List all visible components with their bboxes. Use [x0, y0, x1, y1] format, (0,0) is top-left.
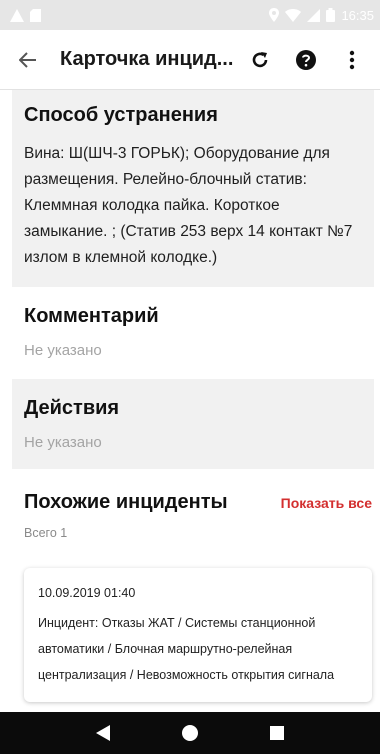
app-bar: Карточка инцид... — [0, 30, 380, 90]
more-vert-icon[interactable] — [336, 44, 368, 76]
resolution-title: Способ устранения — [24, 104, 218, 126]
nav-recents-icon[interactable] — [257, 718, 297, 748]
help-icon[interactable] — [290, 44, 322, 76]
comment-section: Комментарий Не указано — [0, 287, 380, 379]
similar-header: Похожие инциденты Показать все — [0, 469, 380, 514]
resolution-section: Способ устранения Вина: Ш(ШЧ-3 ГОРЬК); О… — [12, 90, 374, 287]
incident-card[interactable]: 10.09.2019 01:40 Инцидент: Отказы ЖАТ / … — [24, 568, 372, 702]
page-title: Карточка инцид... — [60, 48, 234, 70]
battery-icon — [326, 8, 336, 22]
status-bar: 16:35 — [0, 0, 380, 30]
similar-title: Похожие инциденты — [24, 491, 228, 513]
incident-text: Инцидент: Отказы ЖАТ / Системы станционн… — [38, 616, 335, 682]
nav-back-icon[interactable] — [83, 718, 123, 748]
actions-section: Действия Не указано — [12, 379, 374, 469]
app-bar-actions — [244, 44, 368, 76]
incident-date: 10.09.2019 01:40 — [38, 586, 136, 600]
status-time: 16:35 — [341, 7, 374, 23]
status-right: 16:35 — [269, 8, 374, 23]
similar-total: Всего 1 — [24, 526, 68, 540]
actions-value: Не указано — [24, 434, 102, 451]
nav-home-icon[interactable] — [170, 718, 210, 748]
back-arrow-icon[interactable] — [12, 44, 44, 76]
signal-icon — [307, 8, 321, 22]
comment-value: Не указано — [24, 342, 102, 359]
comment-title: Комментарий — [24, 305, 159, 327]
sd-card-icon — [30, 8, 41, 22]
system-nav-bar — [0, 712, 380, 754]
refresh-icon[interactable] — [244, 44, 276, 76]
wifi-icon — [285, 8, 302, 22]
actions-title: Действия — [24, 397, 120, 419]
status-left — [10, 8, 41, 22]
warning-icon — [10, 8, 24, 22]
show-all-link[interactable]: Показать все — [281, 495, 372, 511]
resolution-text: Вина: Ш(ШЧ-3 ГОРЬК); Оборудование для ра… — [24, 145, 353, 266]
location-icon — [269, 8, 280, 22]
content-scroll[interactable]: Способ устранения Вина: Ш(ШЧ-3 ГОРЬК); О… — [0, 90, 380, 712]
